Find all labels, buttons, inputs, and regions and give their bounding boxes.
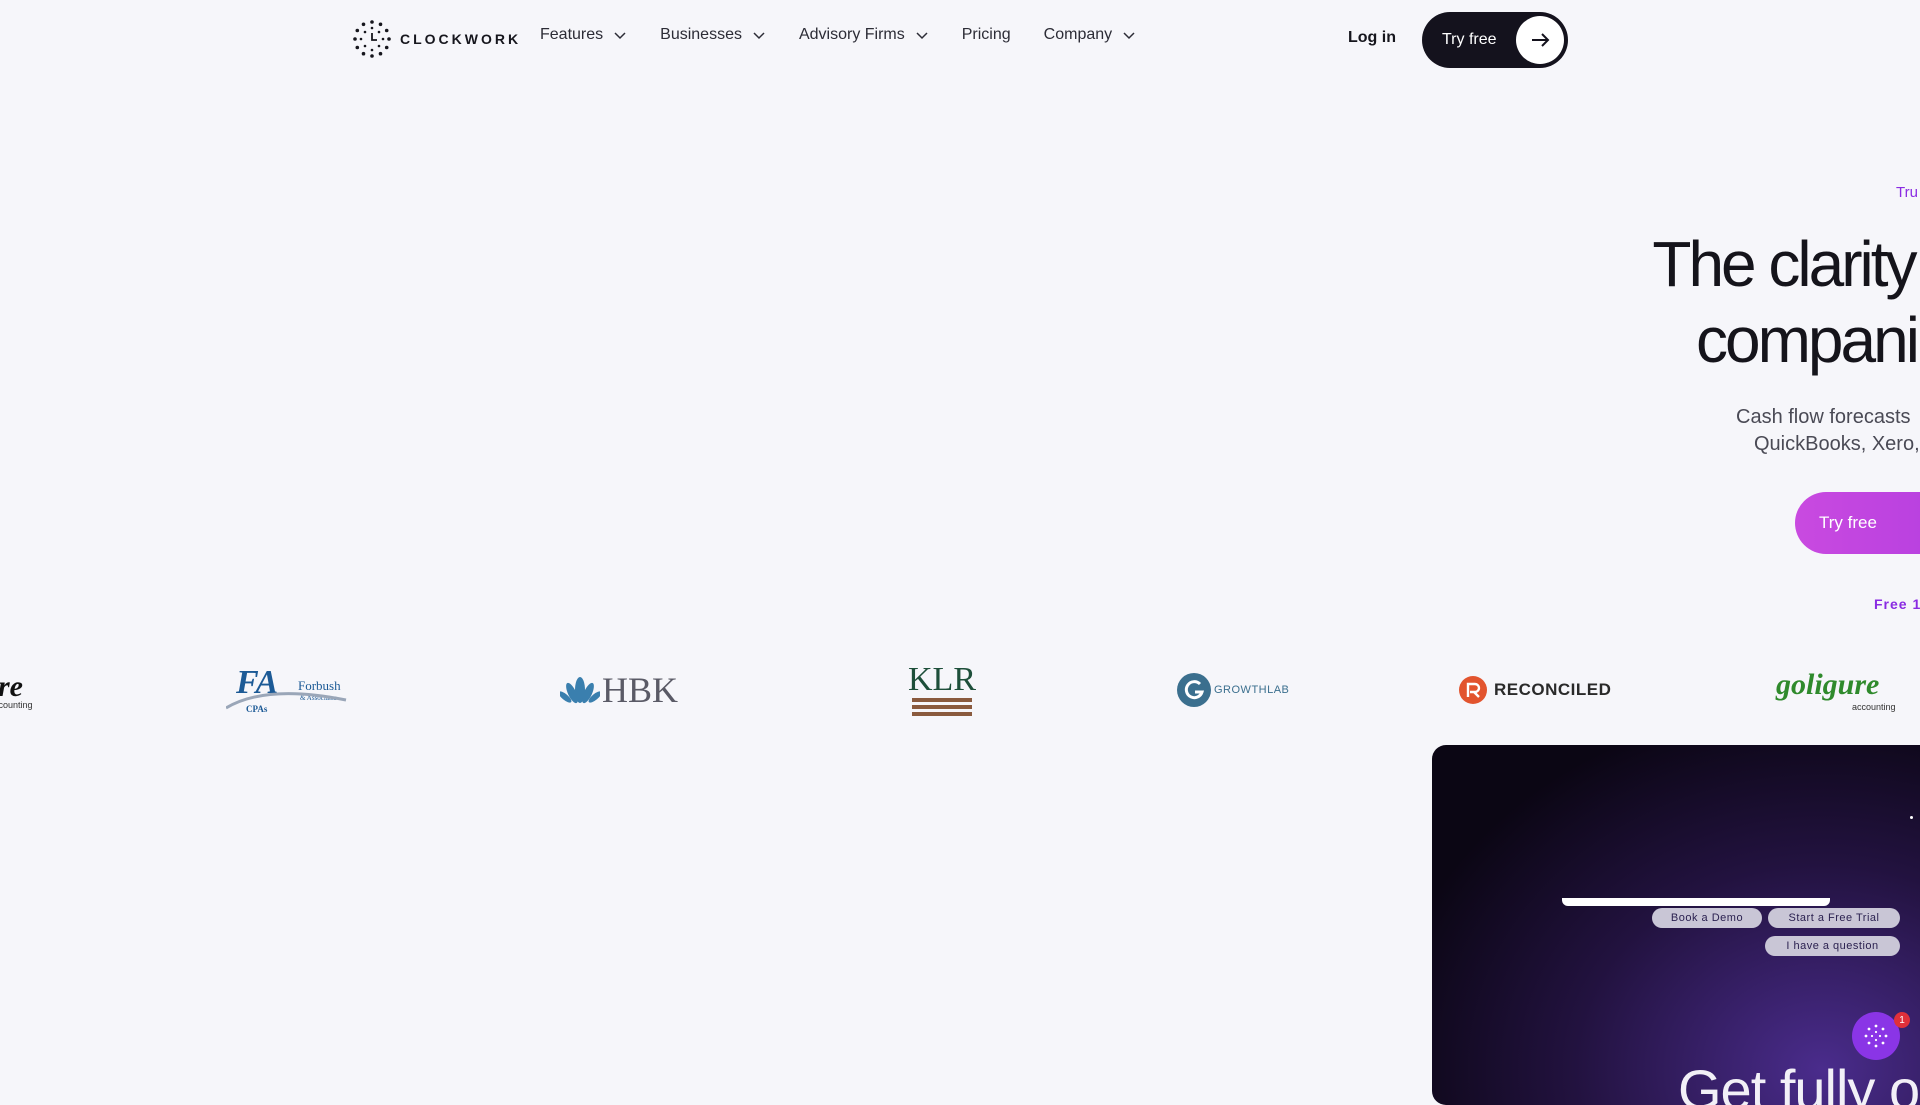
klr-text: KLR — [908, 661, 976, 698]
hero-subtitle: Cash flow forecasts QuickBooks, Xero, — [1736, 404, 1920, 458]
hero-subtitle-line1: Cash flow forecasts — [1736, 406, 1911, 428]
start-free-trial-chip[interactable]: Start a Free Trial — [1768, 908, 1900, 928]
hero-try-free-label: Try free — [1819, 513, 1877, 532]
partial-logo-sub: ccounting — [0, 700, 33, 710]
lotus-icon — [560, 677, 600, 704]
menu-pricing-label: Pricing — [961, 26, 1011, 43]
chevron-down-icon — [916, 32, 928, 40]
question-chip[interactable]: I have a question — [1765, 936, 1900, 956]
menu-company-label: Company — [1043, 26, 1113, 43]
brand-name: CLOCKWORK — [400, 31, 522, 47]
growthlab-text: GROWTHLAB — [1214, 684, 1290, 696]
reconciled-icon — [1459, 676, 1487, 704]
menu-features[interactable]: Features — [540, 26, 627, 44]
goligure-logo: goligure accounting — [1776, 650, 1906, 730]
chevron-down-icon — [1123, 32, 1135, 40]
input-bar — [1562, 898, 1830, 906]
hbk-logo: HBK — [560, 650, 678, 730]
chat-launcher-button[interactable] — [1852, 1012, 1900, 1060]
chevron-down-icon — [614, 32, 626, 40]
klr-stripes — [912, 698, 972, 716]
forbush-associates-logo: FA Forbush & Associates CPAs — [226, 650, 352, 730]
menu-advisory-firms-label: Advisory Firms — [798, 26, 905, 43]
reconciled-logo: RECONCILED — [1458, 650, 1611, 730]
sparkle-icon — [1864, 1024, 1888, 1048]
notification-badge: 1 — [1894, 1012, 1910, 1028]
menu-features-label: Features — [540, 26, 604, 43]
demo-video-panel[interactable]: Book a Demo Start a Free Trial I have a … — [1432, 745, 1920, 1105]
partial-logo-text: re — [0, 670, 23, 703]
menu-businesses[interactable]: Businesses — [660, 26, 766, 44]
chevron-down-icon — [753, 32, 765, 40]
hero-tagline: Tru — [1896, 184, 1918, 201]
panel-headline: Get fully o — [1678, 1058, 1920, 1105]
hero-subtitle-line2: QuickBooks, Xero, — [1754, 433, 1920, 455]
partial-logo: re ccounting — [0, 650, 40, 730]
arrow-right-icon — [1516, 16, 1564, 64]
customer-logo-strip: re ccounting FA Forbush & Associates CPA… — [0, 650, 1920, 730]
menu-advisory-firms[interactable]: Advisory Firms — [799, 26, 929, 44]
goligure-sub: accounting — [1852, 702, 1896, 712]
hero-title-line2: compani — [1696, 304, 1920, 376]
growthlab-icon — [1177, 673, 1211, 707]
sparkle-dot — [1910, 816, 1913, 819]
hbk-text: HBK — [602, 670, 679, 710]
goligure-text: goligure — [1776, 668, 1880, 701]
hero-title: The clarity compani — [1650, 226, 1920, 378]
klr-logo: KLR — [908, 650, 976, 730]
growthlab-logo: GROWTHLAB — [1176, 650, 1289, 730]
hero-title-line1: The clarity — [1652, 228, 1917, 300]
main-menu: Features Businesses Advisory Firms Prici… — [540, 26, 1136, 44]
top-navigation: CLOCKWORK Features Businesses Advisory F… — [0, 0, 1920, 80]
book-demo-chip[interactable]: Book a Demo — [1652, 908, 1762, 928]
menu-company[interactable]: Company — [1044, 26, 1136, 44]
reconciled-text: RECONCILED — [1494, 680, 1612, 699]
login-link[interactable]: Log in — [1348, 29, 1396, 47]
try-free-label: Try free — [1442, 31, 1497, 48]
try-free-button[interactable]: Try free — [1422, 12, 1568, 68]
hero-try-free-button[interactable]: Try free — [1795, 492, 1920, 554]
clockwork-logo-icon — [353, 20, 391, 58]
menu-businesses-label: Businesses — [660, 26, 742, 43]
brand-logo[interactable]: CLOCKWORK — [352, 19, 521, 59]
free-trial-note: Free 1 — [1874, 596, 1920, 612]
swoosh-graphic — [226, 692, 347, 710]
menu-pricing[interactable]: Pricing — [962, 26, 1011, 44]
